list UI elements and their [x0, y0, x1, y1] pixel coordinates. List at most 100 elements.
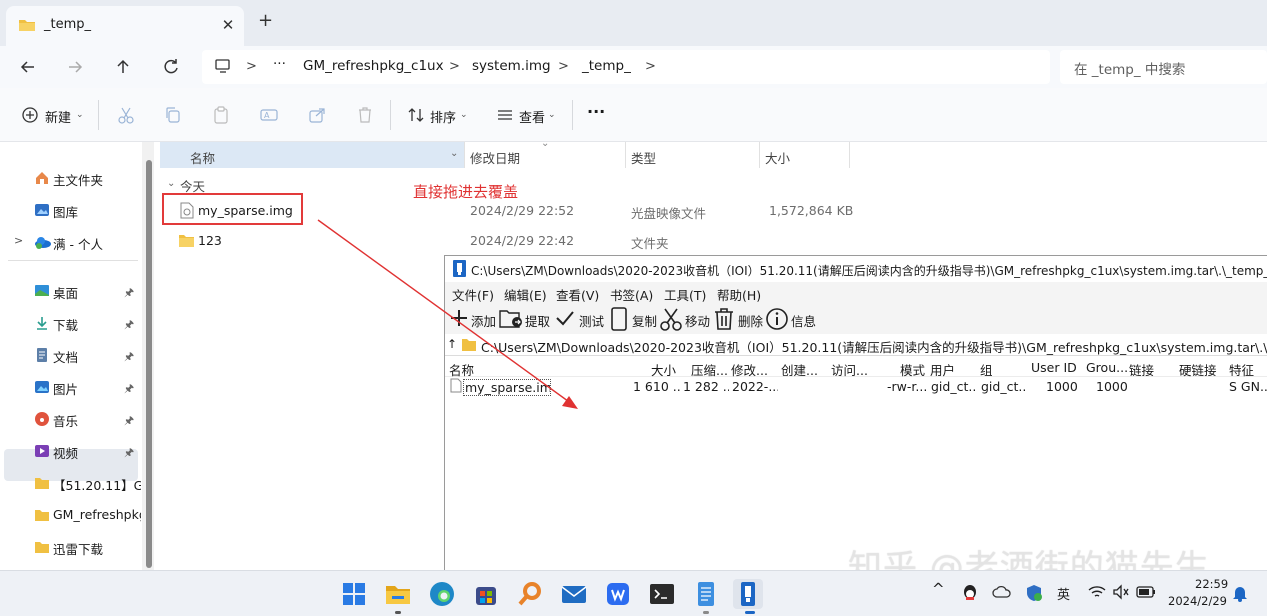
tab-temp[interactable]: _temp_ ✕	[6, 6, 244, 46]
zip-col-group[interactable]: 组	[980, 360, 1010, 379]
mail-icon[interactable]	[559, 579, 589, 609]
zip-col-accessed[interactable]: 访问...	[831, 360, 877, 379]
zip-col-mode[interactable]: 模式	[900, 360, 930, 379]
delete-icon[interactable]	[713, 307, 735, 331]
terminal-icon[interactable]	[647, 579, 677, 609]
pin-icon[interactable]: 🖈	[124, 380, 134, 399]
tool-test[interactable]: 测试	[579, 311, 604, 330]
rename-icon[interactable]: A	[259, 105, 279, 125]
zip-app-icon[interactable]	[733, 579, 763, 609]
forward-button[interactable]	[62, 54, 88, 80]
sidebar-item-desktop[interactable]: 桌面 🖈	[4, 277, 138, 305]
chevron-down-icon[interactable]: ⌄	[450, 148, 458, 159]
pin-icon[interactable]: 🖈	[124, 316, 134, 335]
address-bar[interactable]: > ··· GM_refreshpkg_c1ux > system.img > …	[202, 50, 1050, 84]
clock-date[interactable]: 2024/2/29	[1168, 594, 1227, 608]
tool-move[interactable]: 移动	[685, 311, 710, 330]
file-explorer-icon[interactable]	[383, 579, 413, 609]
up-folder-button[interactable]: ↑	[447, 337, 457, 351]
copy-icon[interactable]	[163, 105, 183, 125]
zip-row-name[interactable]: my_sparse.img	[463, 379, 551, 396]
cut-icon[interactable]	[116, 105, 136, 125]
sidebar-item-folder-gm[interactable]: GM_refreshpkg	[4, 501, 138, 529]
windows-start-icon[interactable]	[339, 579, 369, 609]
move-icon[interactable]	[660, 307, 682, 331]
sidebar-item-folder-xunlei[interactable]: 迅雷下载	[4, 533, 138, 561]
sidebar-item-documents[interactable]: 文档 🖈	[4, 341, 138, 369]
volume-icon[interactable]	[1112, 584, 1130, 600]
wps-icon[interactable]	[603, 579, 633, 609]
share-icon[interactable]	[307, 105, 327, 125]
breadcrumb-gm-refreshpkg[interactable]: GM_refreshpkg_c1ux	[303, 58, 444, 74]
sidebar-item-downloads[interactable]: 下载 🖈	[4, 309, 138, 337]
zip-col-uid[interactable]: User ID	[1031, 360, 1081, 375]
menu-edit[interactable]: 编辑(E)	[504, 285, 547, 304]
security-icon[interactable]	[1024, 583, 1044, 603]
zip-col-characteristics[interactable]: 特征	[1229, 360, 1267, 379]
clock-time[interactable]: 22:59	[1195, 577, 1228, 591]
qq-icon[interactable]	[960, 583, 980, 603]
new-button[interactable]: 新建	[45, 107, 71, 126]
ime-indicator[interactable]: 英	[1057, 584, 1070, 603]
back-button[interactable]	[15, 54, 41, 80]
sidebar-item-music[interactable]: 音乐 🖈	[4, 405, 138, 433]
menu-file[interactable]: 文件(F)	[452, 285, 494, 304]
sidebar-item-folder-51[interactable]: 【51.20.11】GM	[4, 469, 138, 497]
notepad-icon[interactable]	[691, 579, 721, 609]
sidebar-scroll-thumb[interactable]	[146, 160, 152, 568]
test-icon[interactable]	[555, 309, 575, 327]
breadcrumb-temp[interactable]: _temp_	[582, 58, 631, 74]
zip-col-name[interactable]: 名称	[449, 360, 599, 379]
zip-col-packed[interactable]: 压缩...	[691, 360, 729, 379]
extract-icon[interactable]	[499, 307, 525, 329]
chevron-right-icon[interactable]: >	[14, 234, 23, 247]
search-input[interactable]: 在 _temp_ 中搜索	[1060, 50, 1267, 84]
breadcrumb-system-img[interactable]: system.img	[472, 58, 551, 74]
zip-col-link[interactable]: 链接	[1129, 360, 1169, 379]
wifi-icon[interactable]	[1088, 584, 1106, 600]
column-divider[interactable]	[759, 142, 760, 168]
zip-col-size[interactable]: 大小	[651, 360, 681, 379]
sidebar-item-pictures[interactable]: 图片 🖈	[4, 373, 138, 401]
sort-button[interactable]: 排序	[430, 107, 456, 126]
pin-icon[interactable]: 🖈	[124, 444, 134, 463]
notification-bell-icon[interactable]	[1232, 584, 1248, 602]
file-name[interactable]: 123	[198, 233, 222, 248]
store-icon[interactable]	[471, 579, 501, 609]
menu-view[interactable]: 查看(V)	[556, 285, 599, 304]
tray-overflow-button[interactable]: ^	[932, 580, 945, 598]
zip-col-user[interactable]: 用户	[930, 360, 960, 379]
pin-icon[interactable]: 🖈	[124, 284, 134, 303]
refresh-button[interactable]	[158, 54, 184, 80]
sidebar-item-home[interactable]: 主文件夹	[4, 164, 138, 192]
add-icon[interactable]	[449, 308, 469, 328]
column-header-name[interactable]: 名称	[190, 148, 215, 167]
paste-icon[interactable]	[211, 105, 231, 125]
pin-icon[interactable]: 🖈	[124, 348, 134, 367]
copy-icon[interactable]	[609, 307, 629, 331]
column-divider[interactable]	[849, 142, 850, 168]
zip-path-bar[interactable]: ↑ C:\Users\ZM\Downloads\2020-2023收音机（IOI…	[445, 334, 1267, 356]
zip-col-gid[interactable]: Grou...	[1086, 360, 1130, 375]
zip-col-modified[interactable]: 修改...	[731, 360, 777, 379]
column-header-size[interactable]: 大小	[765, 148, 790, 167]
sidebar-item-onedrive[interactable]: > 满 - 个人	[4, 228, 138, 256]
sidebar-item-videos[interactable]: 视频 🖈	[4, 437, 138, 465]
pin-icon[interactable]: 🖈	[124, 412, 134, 431]
breadcrumb-more[interactable]: ···	[273, 56, 286, 72]
cloud-icon[interactable]	[992, 584, 1012, 600]
delete-icon[interactable]	[355, 105, 375, 125]
column-header-modified[interactable]: 修改日期	[470, 148, 520, 167]
tool-delete[interactable]: 删除	[738, 311, 763, 330]
tool-extract[interactable]: 提取	[525, 311, 550, 330]
sidebar-item-gallery[interactable]: 图库	[4, 196, 138, 224]
tool-add[interactable]: 添加	[471, 311, 496, 330]
zip-col-created[interactable]: 创建...	[781, 360, 827, 379]
up-button[interactable]	[110, 54, 136, 80]
chevron-down-icon[interactable]: ⌄	[167, 178, 175, 189]
menu-help[interactable]: 帮助(H)	[717, 285, 761, 304]
column-header-type[interactable]: 类型	[631, 148, 656, 167]
column-divider[interactable]	[625, 142, 626, 168]
menu-tools[interactable]: 工具(T)	[664, 285, 706, 304]
battery-icon[interactable]	[1136, 586, 1156, 598]
